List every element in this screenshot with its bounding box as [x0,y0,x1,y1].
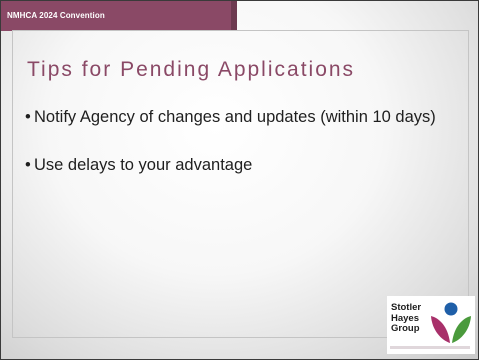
logo-tagline-bar [390,346,470,349]
logo-line: Stotler [391,302,422,313]
bullet-marker: • [25,156,31,174]
logo-wordmark: Stotler Hayes Group [391,302,427,335]
logo-line: Group [391,323,420,334]
slide-title: Tips for Pending Applications [27,58,356,81]
bullet-text: Notify Agency of changes and updates (wi… [34,108,436,126]
bullet-item: • Notify Agency of changes and updates (… [25,107,475,128]
bullet-item: • Use delays to your advantage [25,155,475,176]
company-logo: Stotler Hayes Group [387,296,475,354]
bullet-text: Use delays to your advantage [34,156,253,174]
bullet-marker: • [25,108,31,126]
leaf-logo-icon [431,302,471,343]
header-bar: NMHCA 2024 Convention [1,1,237,31]
presentation-slide: NMHCA 2024 Convention Tips for Pending A… [0,0,479,360]
event-label: NMHCA 2024 Convention [7,11,105,20]
bullet-list: • Notify Agency of changes and updates (… [25,107,475,203]
